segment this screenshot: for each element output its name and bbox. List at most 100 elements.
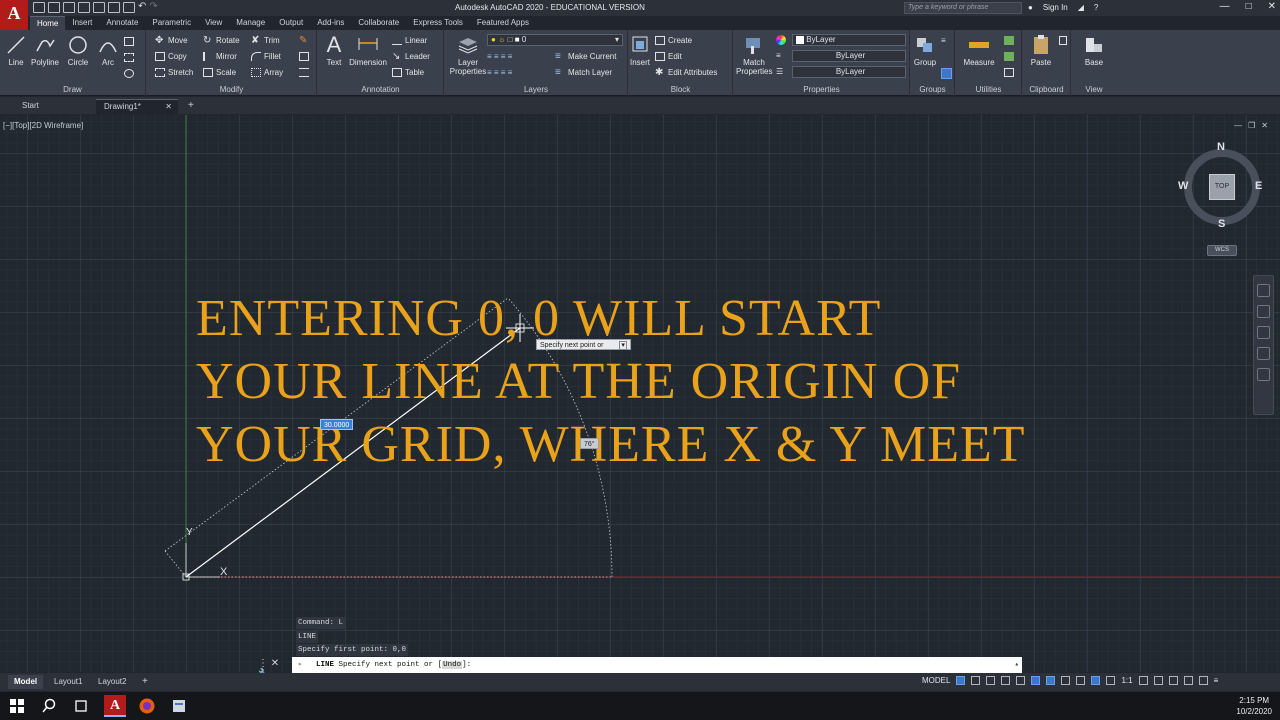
customization-icon[interactable]: ≡: [1214, 676, 1219, 685]
system-clock[interactable]: 2:15 PM 10/2/2020: [1236, 695, 1272, 717]
snap-icon[interactable]: [971, 676, 981, 685]
insert-button[interactable]: Insert: [629, 34, 651, 67]
layers-panel-title[interactable]: Layers: [445, 85, 627, 94]
rotate-button[interactable]: ↻ Rotate: [203, 36, 240, 46]
tab-layout1[interactable]: Layout1: [48, 675, 88, 689]
workspace-icon[interactable]: [1138, 676, 1148, 685]
group-select-icon[interactable]: [941, 68, 952, 79]
linear-button[interactable]: Linear: [392, 36, 427, 45]
polar-icon[interactable]: [1001, 676, 1011, 685]
table-button[interactable]: Table: [392, 68, 424, 77]
file-manager-icon[interactable]: [170, 697, 188, 715]
select-all-icon[interactable]: [1004, 68, 1014, 77]
circle-button[interactable]: Circle: [64, 34, 92, 67]
drawing-tab[interactable]: Drawing1* ✕: [96, 99, 178, 114]
annotation-visibility-icon[interactable]: [1091, 676, 1101, 685]
user-icon[interactable]: ●: [1028, 3, 1033, 12]
viewcube[interactable]: TOP N S E W: [1178, 141, 1264, 230]
search-input[interactable]: Type a keyword or phrase: [904, 2, 1022, 14]
tab-annotate[interactable]: Annotate: [99, 16, 145, 30]
close-tab-icon[interactable]: ✕: [165, 100, 172, 113]
web-save-icon[interactable]: [108, 2, 120, 13]
new-icon[interactable]: [33, 2, 45, 13]
array-button[interactable]: Array: [251, 68, 283, 77]
app-logo[interactable]: A: [0, 0, 28, 30]
offset-icon[interactable]: [299, 68, 309, 77]
polyline-button[interactable]: Polyline: [30, 34, 60, 67]
close-icon[interactable]: ✕: [1268, 1, 1276, 12]
clipboard-panel-title[interactable]: Clipboard: [1023, 85, 1070, 94]
viewport-close-icon[interactable]: ✕: [1261, 121, 1268, 130]
block-panel-title[interactable]: Block: [629, 85, 732, 94]
command-input[interactable]: ▸ LINE Specify next point or [Undo]: ▴: [292, 657, 1022, 673]
compass-west[interactable]: W: [1178, 180, 1188, 192]
new-layout-icon[interactable]: +: [136, 675, 154, 689]
layer-dropdown[interactable]: ● ☼ □ ■ 0 ▾: [487, 34, 623, 46]
lineweight-toggle-icon[interactable]: [1061, 676, 1071, 685]
showmotion-icon[interactable]: [1257, 368, 1270, 381]
copy-clip-icon[interactable]: [1059, 36, 1067, 45]
edit-attributes-button[interactable]: ✱ Edit Attributes: [655, 68, 717, 78]
tab-output[interactable]: Output: [272, 16, 310, 30]
angle-input[interactable]: 76°: [580, 438, 599, 449]
properties-panel-title[interactable]: Properties: [734, 85, 909, 94]
view-panel-title[interactable]: View: [1072, 85, 1116, 94]
tab-featured-apps[interactable]: Featured Apps: [470, 16, 536, 30]
scale-button[interactable]: Scale: [203, 68, 236, 77]
start-tab[interactable]: Start: [14, 99, 47, 114]
annotation-panel-title[interactable]: Annotation: [318, 85, 443, 94]
leader-button[interactable]: ↘ Leader: [392, 52, 430, 62]
tab-express-tools[interactable]: Express Tools: [406, 16, 470, 30]
pan-icon[interactable]: [1257, 305, 1270, 318]
dimension-button[interactable]: Dimension: [348, 34, 388, 67]
firefox-icon[interactable]: [138, 697, 156, 715]
group-button[interactable]: Group: [913, 34, 937, 67]
tab-model[interactable]: Model: [8, 675, 44, 689]
tab-layout2[interactable]: Layout2: [92, 675, 132, 689]
zoom-icon[interactable]: [1257, 326, 1270, 339]
orbit-icon[interactable]: [1257, 347, 1270, 360]
drawing-viewport[interactable]: Y X [−][Top][2D Wireframe] — ❐ ✕ ENTERIN…: [0, 115, 1280, 672]
edit-block-button[interactable]: Edit: [655, 52, 682, 61]
annotation-scale[interactable]: 1:1: [1121, 676, 1132, 685]
grid-icon[interactable]: [956, 676, 966, 685]
line-button[interactable]: Line: [4, 34, 28, 67]
linetype-dropdown[interactable]: ByLayer: [792, 50, 906, 62]
move-button[interactable]: ✥ Move: [155, 36, 188, 46]
save-as-icon[interactable]: [78, 2, 90, 13]
measure-button[interactable]: Measure: [960, 34, 998, 67]
windows-start-icon[interactable]: [8, 697, 26, 715]
taskbar-search-icon[interactable]: [40, 697, 58, 715]
units-icon[interactable]: [1168, 676, 1178, 685]
save-icon[interactable]: [63, 2, 75, 13]
grip-icon[interactable]: ⋮: [258, 658, 268, 669]
ungroup-icon[interactable]: ≡: [941, 36, 946, 45]
mirror-button[interactable]: Mirror: [203, 52, 237, 61]
fillet-button[interactable]: Fillet: [251, 52, 281, 61]
plot-icon[interactable]: [123, 2, 135, 13]
maximize-icon[interactable]: □: [1246, 1, 1252, 12]
ortho-icon[interactable]: [986, 676, 996, 685]
rectangle-icon[interactable]: [124, 37, 134, 46]
viewcube-top-face[interactable]: TOP: [1209, 174, 1235, 200]
id-point-icon[interactable]: [1004, 52, 1014, 61]
layer-tools-row-2[interactable]: ≡ ≡ ≡ ≡: [487, 68, 512, 77]
auto-scale-icon[interactable]: [1106, 676, 1116, 685]
steering-wheel-icon[interactable]: [1257, 284, 1270, 297]
object-snap-icon[interactable]: [1046, 676, 1056, 685]
autocad-taskbar-icon[interactable]: A: [104, 695, 126, 717]
erase-icon[interactable]: ✎: [299, 36, 309, 46]
web-open-icon[interactable]: [93, 2, 105, 13]
tab-parametric[interactable]: Parametric: [145, 16, 198, 30]
modify-panel-title[interactable]: Modify: [147, 85, 316, 94]
tooltip-options-icon[interactable]: ▾: [619, 341, 627, 350]
arc-button[interactable]: Arc: [96, 34, 120, 67]
compass-north[interactable]: N: [1217, 141, 1225, 153]
sign-in-button[interactable]: Sign In: [1043, 3, 1068, 12]
tab-view[interactable]: View: [198, 16, 229, 30]
viewport-minimize-icon[interactable]: —: [1234, 121, 1242, 130]
redo-icon[interactable]: ↷: [149, 2, 157, 13]
command-history-toggle-icon[interactable]: ▴: [1014, 657, 1019, 673]
cart-icon[interactable]: ◢: [1078, 3, 1084, 12]
object-snap-tracking-icon[interactable]: [1031, 676, 1041, 685]
